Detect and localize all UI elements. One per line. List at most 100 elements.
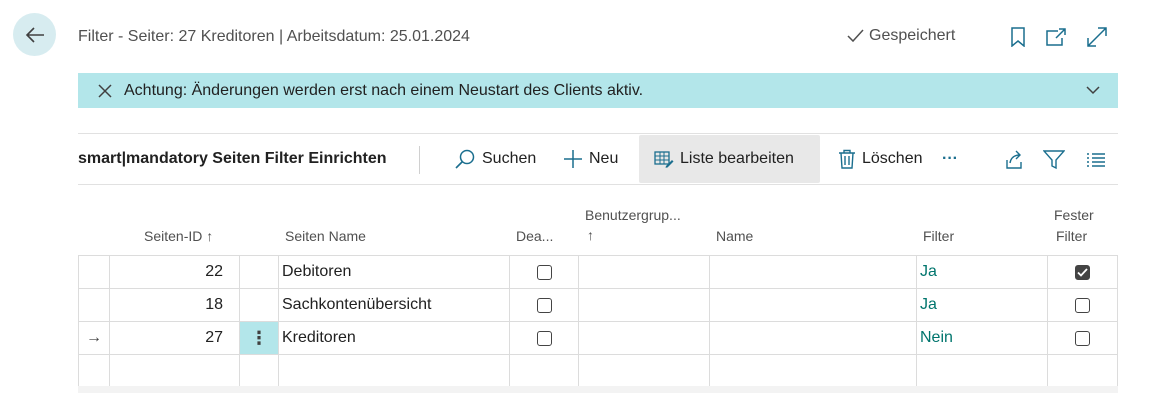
column-header-fester-filter[interactable]: Fester bbox=[1054, 207, 1094, 223]
cell-name[interactable] bbox=[710, 355, 917, 387]
dismiss-banner-button[interactable] bbox=[92, 78, 118, 104]
row-selector[interactable] bbox=[78, 355, 110, 387]
column-header-benutzergruppe[interactable]: Benutzergrup... bbox=[585, 207, 681, 223]
more-label: ··· bbox=[942, 150, 958, 167]
row-menu-cell[interactable] bbox=[240, 355, 279, 387]
notification-banner: Achtung: Änderungen werden erst nach ein… bbox=[78, 73, 1118, 108]
column-header-seiten-id[interactable]: Seiten-ID ↑ bbox=[144, 228, 213, 244]
more-options-button[interactable]: ··· bbox=[942, 135, 958, 183]
action-bar-divider bbox=[419, 146, 420, 174]
filter-pane-button[interactable] bbox=[1041, 147, 1067, 173]
sort-ascending-icon: ↑ bbox=[587, 227, 594, 243]
cell-deaktiviert[interactable] bbox=[510, 355, 579, 387]
list-view-button[interactable] bbox=[1083, 147, 1109, 173]
cell-filter-link[interactable]: Ja bbox=[917, 289, 1048, 321]
column-header-seiten-name[interactable]: Seiten Name bbox=[285, 228, 366, 244]
close-icon bbox=[98, 83, 112, 98]
chevron-down-icon bbox=[1086, 86, 1100, 95]
cell-benutzergruppe[interactable] bbox=[579, 289, 710, 321]
search-icon bbox=[455, 149, 475, 169]
expand-icon bbox=[1087, 27, 1107, 47]
share-icon bbox=[1006, 150, 1022, 169]
cell-deaktiviert bbox=[510, 256, 579, 288]
cell-filter-link[interactable]: Ja bbox=[917, 256, 1048, 288]
cell-seiten-id[interactable]: 22 bbox=[110, 256, 240, 288]
table-row[interactable]: 18 Sachkontenübersicht Ja bbox=[78, 289, 1118, 322]
bookmark-button[interactable] bbox=[1005, 24, 1031, 50]
cell-filter-link[interactable] bbox=[917, 355, 1048, 387]
table-row[interactable]: 22 Debitoren Ja bbox=[78, 256, 1118, 289]
edit-list-button[interactable]: Liste bearbeiten bbox=[639, 135, 820, 183]
page-title: Filter - Seiter: 27 Kreditoren | Arbeits… bbox=[78, 28, 470, 45]
table-row-empty[interactable] bbox=[78, 355, 1118, 388]
sort-ascending-icon: ↑ bbox=[206, 228, 214, 244]
checkmark-icon bbox=[847, 29, 864, 43]
fester-filter-checkbox[interactable] bbox=[1075, 297, 1090, 313]
data-grid: 22 Debitoren Ja 18 Sachkontenübersicht J… bbox=[78, 255, 1118, 388]
deaktiviert-checkbox[interactable] bbox=[536, 330, 552, 346]
cell-fester-filter bbox=[1048, 256, 1118, 288]
expand-button[interactable] bbox=[1084, 24, 1110, 50]
cell-benutzergruppe[interactable] bbox=[579, 355, 710, 387]
cell-seiten-name[interactable]: Kreditoren bbox=[279, 322, 510, 354]
list-title: smart|mandatory Seiten Filter Einrichten bbox=[78, 150, 387, 167]
cell-name[interactable] bbox=[710, 322, 917, 354]
open-in-new-window-icon bbox=[1046, 28, 1066, 46]
column-header-name[interactable]: Name bbox=[716, 228, 753, 244]
cell-name[interactable] bbox=[710, 256, 917, 288]
cell-benutzergruppe[interactable] bbox=[579, 322, 710, 354]
search-label: Suchen bbox=[482, 150, 537, 167]
banner-expand-button[interactable] bbox=[1082, 79, 1104, 101]
trash-icon bbox=[839, 149, 855, 169]
share-button[interactable] bbox=[1001, 147, 1027, 173]
fester-filter-checkbox[interactable] bbox=[1075, 330, 1090, 346]
column-header-deaktiviert[interactable]: Dea... bbox=[516, 228, 553, 244]
delete-button[interactable]: Löschen bbox=[838, 135, 923, 183]
checkmark-icon bbox=[1077, 267, 1088, 277]
new-button[interactable]: Neu bbox=[563, 135, 618, 183]
cell-seiten-id[interactable]: 27 bbox=[110, 322, 240, 354]
cell-benutzergruppe[interactable] bbox=[579, 256, 710, 288]
row-actions-menu-button[interactable]: ⋮ bbox=[240, 322, 279, 354]
list-view-icon bbox=[1087, 153, 1105, 167]
cell-fester-filter bbox=[1048, 289, 1118, 321]
column-header-fester-filter-line2: Filter bbox=[1056, 228, 1088, 244]
cell-name[interactable] bbox=[710, 289, 917, 321]
deaktiviert-checkbox[interactable] bbox=[536, 297, 552, 313]
arrow-left-icon bbox=[25, 26, 44, 43]
edit-list-icon bbox=[654, 151, 674, 168]
column-header-filter[interactable]: Filter bbox=[923, 228, 954, 244]
open-new-window-button[interactable] bbox=[1043, 24, 1069, 50]
cell-seiten-name[interactable]: Sachkontenübersicht bbox=[279, 289, 510, 321]
cell-seiten-name[interactable]: Debitoren bbox=[279, 256, 510, 288]
filter-icon bbox=[1043, 150, 1065, 170]
cell-seiten-id[interactable]: 18 bbox=[110, 289, 240, 321]
saved-status: Gespeichert bbox=[846, 27, 955, 45]
fester-filter-checkbox[interactable] bbox=[1075, 264, 1090, 280]
more-vertical-icon: ⋮ bbox=[250, 327, 268, 348]
back-button[interactable] bbox=[13, 13, 56, 56]
table-row-selected[interactable]: → 27 ⋮ Kreditoren Nein bbox=[78, 322, 1118, 355]
deaktiviert-checkbox[interactable] bbox=[536, 264, 552, 280]
cell-fester-filter[interactable] bbox=[1048, 355, 1118, 387]
row-selector[interactable] bbox=[78, 289, 110, 321]
bookmark-icon bbox=[1011, 27, 1025, 47]
delete-label: Löschen bbox=[862, 150, 923, 167]
cell-seiten-name[interactable] bbox=[279, 355, 510, 387]
cell-deaktiviert bbox=[510, 289, 579, 321]
cell-deaktiviert bbox=[510, 322, 579, 354]
action-bar: smart|mandatory Seiten Filter Einrichten… bbox=[78, 133, 1118, 185]
new-label: Neu bbox=[589, 150, 619, 167]
row-selector[interactable] bbox=[78, 256, 110, 288]
plus-icon bbox=[564, 150, 582, 168]
banner-message: Achtung: Änderungen werden erst nach ein… bbox=[124, 81, 644, 99]
header-seiten-id-label: Seiten-ID bbox=[144, 228, 203, 244]
cell-filter-link[interactable]: Nein bbox=[917, 322, 1048, 354]
grid-footer bbox=[78, 386, 1118, 393]
row-menu-cell[interactable] bbox=[240, 289, 279, 321]
row-menu-cell[interactable] bbox=[240, 256, 279, 288]
cell-seiten-id[interactable] bbox=[110, 355, 240, 387]
selected-row-arrow-icon[interactable]: → bbox=[78, 322, 110, 354]
search-button[interactable]: Suchen bbox=[454, 135, 536, 183]
edit-list-label: Liste bearbeiten bbox=[680, 150, 794, 167]
